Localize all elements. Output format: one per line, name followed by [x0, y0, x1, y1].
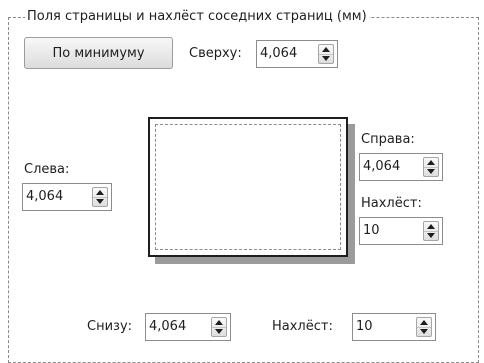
bottom-overlap-label: Нахлёст: — [272, 319, 333, 334]
right-overlap-value: 10 — [363, 223, 380, 238]
groupbox-title: Поля страницы и нахлёст соседних страниц… — [25, 9, 369, 25]
spin-down-icon[interactable] — [319, 54, 333, 63]
bottom-margin-value: 4,064 — [149, 319, 187, 334]
minimum-margins-button[interactable]: По минимуму — [24, 37, 173, 69]
right-overlap-spin-buttons[interactable] — [423, 221, 439, 241]
bottom-overlap-value: 10 — [356, 319, 373, 334]
spin-down-icon[interactable] — [424, 231, 438, 240]
top-margin-value: 4,064 — [260, 46, 298, 61]
minimum-margins-button-label: По минимуму — [52, 45, 145, 61]
right-margin-spin-buttons[interactable] — [423, 157, 439, 177]
bottom-margin-label: Снизу: — [87, 319, 133, 334]
right-margin-label: Справа: — [361, 132, 415, 147]
left-margin-label: Слева: — [24, 162, 70, 177]
spin-down-icon[interactable] — [424, 167, 438, 176]
spin-down-icon[interactable] — [212, 327, 226, 336]
top-margin-label: Сверху: — [189, 46, 242, 61]
spin-down-icon[interactable] — [93, 197, 107, 206]
page-margin-outline — [155, 124, 341, 250]
bottom-overlap-spinbox[interactable]: 10 — [352, 313, 436, 341]
spin-down-icon[interactable] — [417, 327, 431, 336]
right-margin-spinbox[interactable]: 4,064 — [359, 153, 443, 181]
left-margin-spin-buttons[interactable] — [92, 187, 108, 207]
top-margin-spin-buttons[interactable] — [318, 44, 334, 64]
bottom-overlap-spin-buttons[interactable] — [416, 317, 432, 337]
top-margin-spinbox[interactable]: 4,064 — [256, 40, 338, 68]
bottom-margin-spin-buttons[interactable] — [211, 317, 227, 337]
bottom-margin-spinbox[interactable]: 4,064 — [145, 313, 231, 341]
left-margin-spinbox[interactable]: 4,064 — [22, 183, 112, 211]
right-overlap-label: Нахлёст: — [361, 196, 422, 211]
right-overlap-spinbox[interactable]: 10 — [359, 217, 443, 245]
page-preview — [148, 117, 348, 257]
left-margin-value: 4,064 — [26, 189, 64, 204]
right-margin-value: 4,064 — [363, 159, 401, 174]
